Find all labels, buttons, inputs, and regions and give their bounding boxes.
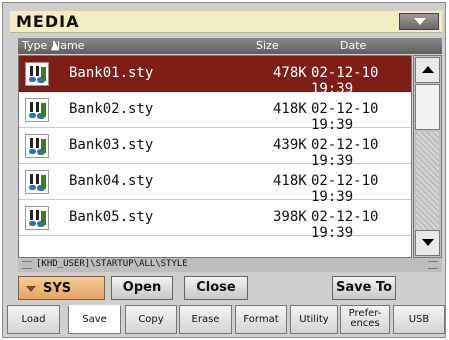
file-name: Bank03.sty xyxy=(69,137,154,153)
file-name: Bank01.sty xyxy=(69,65,154,81)
tab-preferences[interactable]: Prefer- ences xyxy=(340,305,390,334)
path-bar: [KHD_USER]\STARTUP\ALL\STYLE xyxy=(18,258,442,272)
vertical-scrollbar[interactable] xyxy=(413,55,442,258)
file-row[interactable]: Bank05.sty 398K 02-12-10 19:39 xyxy=(19,200,411,241)
grip-icon xyxy=(22,261,32,269)
style-file-icon xyxy=(25,62,49,86)
arrow-down-icon xyxy=(422,239,434,246)
file-row[interactable]: Bank04.sty 418K 02-12-10 19:39 xyxy=(19,164,411,205)
scroll-up-button[interactable] xyxy=(415,57,440,83)
save-to-button[interactable]: Save To xyxy=(332,276,396,300)
file-size: 418K xyxy=(273,101,307,117)
scroll-track[interactable] xyxy=(416,132,439,230)
window-title: MEDIA xyxy=(16,12,80,31)
file-name: Bank02.sty xyxy=(69,101,154,117)
style-file-icon xyxy=(25,134,49,158)
dropdown-arrow-icon xyxy=(26,286,36,292)
device-label: SYS xyxy=(43,281,72,296)
file-name: Bank04.sty xyxy=(69,173,154,189)
scroll-thumb[interactable] xyxy=(415,84,440,130)
title-bar: MEDIA xyxy=(10,11,442,33)
file-list-header: Type ▲ Name Size Date xyxy=(18,38,442,54)
tab-format[interactable]: Format xyxy=(235,305,287,334)
file-date: 02-12-10 19:39 xyxy=(311,209,379,241)
close-button[interactable]: Close xyxy=(184,276,248,300)
chevron-down-icon xyxy=(414,18,426,25)
file-size: 398K xyxy=(273,209,307,225)
file-row[interactable]: Bank03.sty 439K 02-12-10 19:39 xyxy=(19,128,411,169)
scroll-down-button[interactable] xyxy=(415,230,440,256)
arrow-up-icon xyxy=(422,66,434,73)
grip-icon xyxy=(428,261,438,269)
column-header-date[interactable]: Date xyxy=(340,39,366,52)
tab-save[interactable]: Save xyxy=(68,305,121,334)
tab-bar: Load Save Copy Erase Format Utility Pref… xyxy=(7,305,445,336)
tab-usb[interactable]: USB xyxy=(393,305,445,334)
open-button[interactable]: Open xyxy=(111,276,173,300)
file-list: Bank01.sty 478K 02-12-10 19:39 Bank02.st… xyxy=(18,55,412,258)
device-selector[interactable]: SYS xyxy=(18,276,105,300)
tab-utility[interactable]: Utility xyxy=(290,305,338,334)
file-row[interactable]: Bank02.sty 418K 02-12-10 19:39 xyxy=(19,92,411,133)
column-header-size[interactable]: Size xyxy=(256,39,279,52)
page-menu-button[interactable] xyxy=(399,13,439,30)
file-size: 478K xyxy=(273,65,307,81)
column-header-name[interactable]: Name xyxy=(52,39,84,52)
tab-copy[interactable]: Copy xyxy=(125,305,177,334)
style-file-icon xyxy=(25,170,49,194)
file-size: 439K xyxy=(273,137,307,153)
file-row[interactable]: Bank01.sty 478K 02-12-10 19:39 xyxy=(19,56,411,97)
file-size: 418K xyxy=(273,173,307,189)
tab-load[interactable]: Load xyxy=(7,305,60,334)
tab-erase[interactable]: Erase xyxy=(179,305,232,334)
file-name: Bank05.sty xyxy=(69,209,154,225)
current-path: [KHD_USER]\STARTUP\ALL\STYLE xyxy=(36,259,188,269)
style-file-icon xyxy=(25,98,49,122)
style-file-icon xyxy=(25,206,49,230)
